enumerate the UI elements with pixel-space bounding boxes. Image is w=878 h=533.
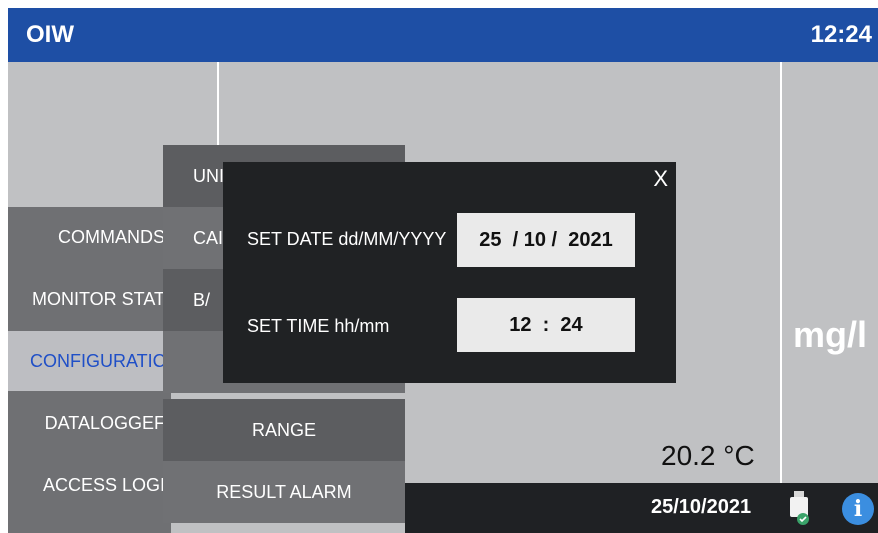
info-icon[interactable]: i [842,493,874,525]
divider-line [780,62,782,483]
menu-item-access-log[interactable]: ACCESS LOGI [8,455,171,515]
menu-item-commands[interactable]: COMMANDS [8,207,171,267]
date-field[interactable]: 25 / 10 / 2021 [457,213,635,267]
app-title: OIW [26,21,74,48]
close-button[interactable]: X [653,166,668,192]
header-clock: 12:24 [810,21,872,48]
submenu-item-range[interactable]: RANGE [163,399,405,461]
usb-drive-icon[interactable] [788,491,810,527]
menu-item-monitor-status[interactable]: MONITOR STAT [8,269,171,329]
menu-item-configuration[interactable]: CONFIGURATIC [8,331,171,391]
header-bar: OIW 12:24 [8,8,878,62]
set-date-label: SET DATE dd/MM/YYYY [247,229,447,249]
set-time-label: SET TIME hh/mm [247,316,390,336]
main-menu: COMMANDS MONITOR STAT CONFIGURATIC DATAL… [8,207,171,533]
submenu-item-result-alarm[interactable]: RESULT ALARM [163,461,405,523]
menu-item-datalogger[interactable]: DATALOGGEF [8,393,171,453]
measurement-unit: mg/l [793,314,868,355]
temperature-reading: 20.2 °C [661,440,755,471]
divider-line [217,62,219,154]
footer-date: 25/10/2021 [651,496,752,518]
time-field[interactable]: 12 : 24 [457,298,635,352]
device-screen: OIW 12:24 mg/l 20.2 °C COMMANDS MONITOR … [8,8,878,533]
status-footer: 25/10/2021 i [405,483,878,533]
date-time-dialog: X SET DATE dd/MM/YYYY 25 / 10 / 2021 SET… [223,162,676,383]
